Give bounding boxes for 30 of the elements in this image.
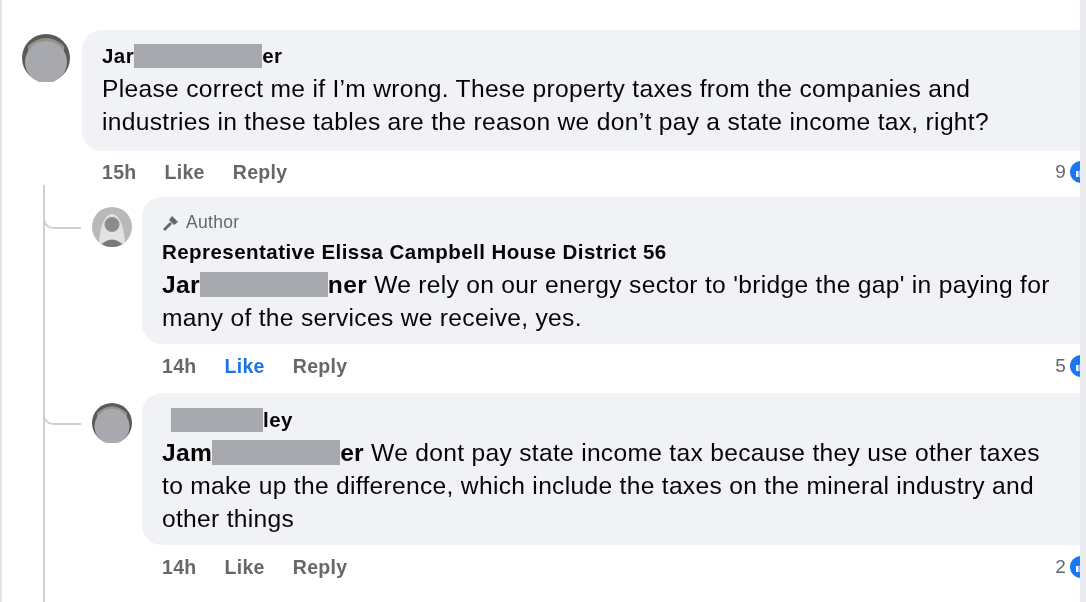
reply-link[interactable]: Reply bbox=[292, 555, 348, 579]
comment-time[interactable]: 15h bbox=[102, 160, 137, 184]
comment-time[interactable]: 14h bbox=[162, 354, 197, 378]
author-label: Author bbox=[186, 212, 240, 233]
comment-text: many of the services we receive, yes. bbox=[162, 303, 582, 332]
avatar-icon[interactable] bbox=[92, 207, 132, 247]
microphone-icon bbox=[162, 213, 180, 232]
reaction-count[interactable]: 2 bbox=[1055, 556, 1066, 578]
like-link[interactable]: Like bbox=[224, 354, 265, 378]
avatar-icon[interactable] bbox=[22, 34, 70, 82]
comment-text: er We dont pay state income tax because they use other taxes bbox=[340, 438, 1040, 467]
comment-text: ner We rely on our energy sector to 'bridge the gap' in paying for bbox=[327, 270, 1050, 299]
reaction-count[interactable]: 9 bbox=[1055, 161, 1066, 183]
comment-text: other things bbox=[162, 504, 295, 533]
reply-link[interactable]: Reply bbox=[232, 160, 288, 184]
comment-text: Please correct me if I’m wrong. These property taxes from the companies and bbox=[102, 74, 971, 103]
commenter-name[interactable]: Jar bbox=[102, 44, 135, 68]
avatar-icon[interactable] bbox=[92, 403, 132, 443]
like-link[interactable]: Like bbox=[164, 160, 205, 184]
reaction-count[interactable]: 5 bbox=[1055, 355, 1066, 377]
commenter-name[interactable]: Representative Elissa Campbell House District 56 bbox=[162, 240, 667, 264]
like-link[interactable]: Like bbox=[224, 555, 265, 579]
commenter-name[interactable]: er bbox=[262, 44, 283, 68]
mention-link[interactable]: Jar bbox=[162, 270, 200, 299]
comment-text: to make up the difference, which include the taxes on the mineral industry and bbox=[162, 471, 1034, 500]
commenter-name[interactable]: ley bbox=[263, 408, 293, 432]
comment-time[interactable]: 14h bbox=[162, 555, 197, 579]
mention-link[interactable]: Jam bbox=[162, 438, 213, 467]
reply-link[interactable]: Reply bbox=[292, 354, 348, 378]
comment-text: industries in these tables are the reason we don’t pay a state income tax, right? bbox=[102, 107, 989, 136]
